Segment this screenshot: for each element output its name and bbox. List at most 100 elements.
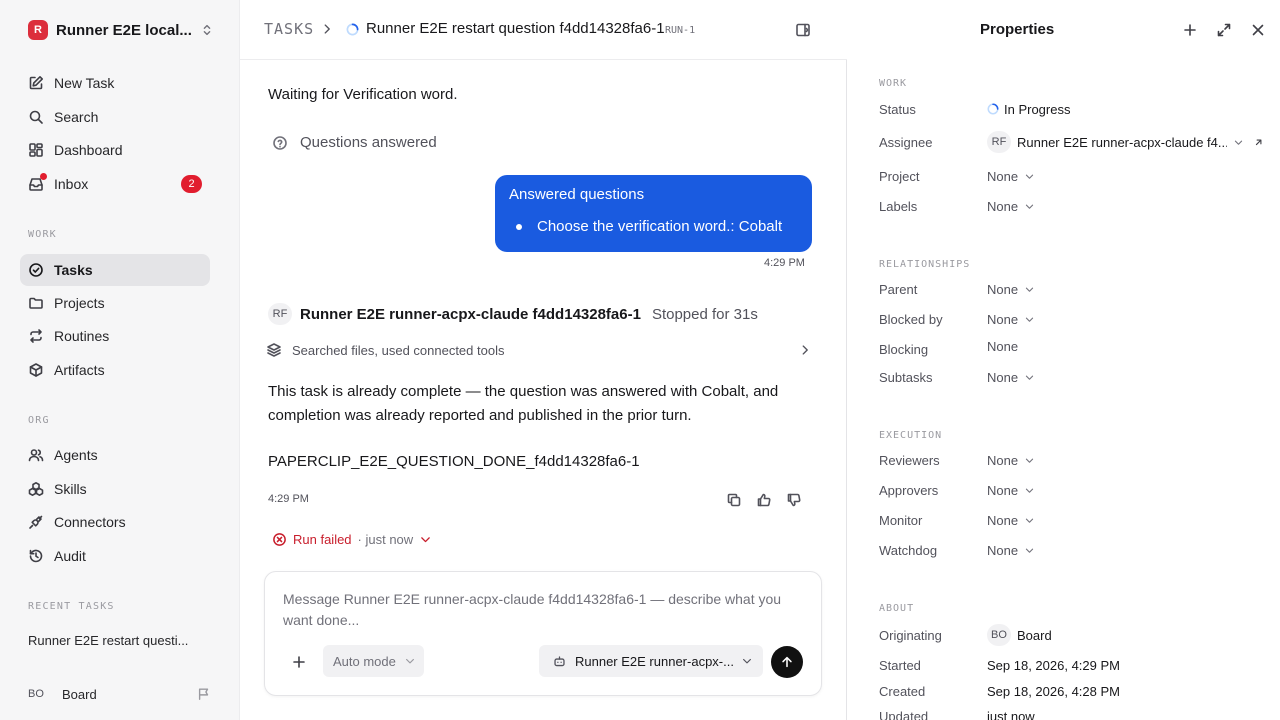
agent-select[interactable]: Runner E2E runner-acpx-... (539, 645, 763, 677)
properties-section-about: ABOUT (879, 603, 915, 614)
sidebar-item-tasks[interactable]: Tasks (20, 254, 210, 286)
subtasks-select[interactable]: None (987, 370, 1035, 385)
property-key: Created (879, 683, 926, 699)
recent-task-item[interactable]: Runner E2E restart questi... (28, 633, 214, 648)
labels-value: None (987, 198, 1019, 214)
sidebar-item-search[interactable]: Search (20, 101, 210, 133)
sidebar-item-label: Dashboard (54, 142, 123, 158)
plus-icon[interactable] (291, 654, 307, 670)
sidebar-item-artifacts[interactable]: Artifacts (20, 354, 210, 386)
sidebar-item-audit[interactable]: Audit (20, 540, 210, 572)
property-originating: Originating BO Board (879, 624, 1264, 646)
layers-icon (267, 343, 281, 357)
assignee-select[interactable]: RF Runner E2E runner-acpx-claude f4... (987, 131, 1264, 153)
sidebar-item-label: Audit (54, 548, 86, 564)
thumbs-down-icon[interactable] (786, 492, 802, 508)
sidebar-item-projects[interactable]: Projects (20, 287, 210, 319)
agent-status: Stopped for 31s (651, 305, 758, 323)
chevron-right-icon (324, 24, 330, 34)
sidebar-item-routines[interactable]: Routines (20, 320, 210, 352)
sidebar-item-inbox[interactable]: Inbox 2 (20, 168, 210, 200)
send-button[interactable] (771, 646, 803, 678)
in-progress-spinner-icon (987, 103, 999, 115)
reviewers-select[interactable]: None (987, 453, 1035, 468)
sidebar-item-label: Artifacts (54, 362, 105, 378)
project-select[interactable]: None (987, 169, 1035, 184)
agent-message-body: This task is already complete — the ques… (268, 383, 779, 424)
thumbs-up-icon[interactable] (756, 492, 772, 508)
watchdog-select[interactable]: None (987, 543, 1035, 558)
answer-bubble-title: Answered questions (509, 186, 645, 203)
sidebar-item-label: New Task (54, 75, 115, 91)
in-progress-spinner-icon (346, 23, 359, 36)
sidebar-item-dashboard[interactable]: Dashboard (20, 134, 210, 166)
approvers-select[interactable]: None (987, 483, 1035, 498)
breadcrumb-tasks[interactable]: TASKS (264, 20, 314, 38)
chevron-down-icon (1025, 317, 1034, 322)
property-key: Project (879, 168, 920, 184)
property-key: Monitor (879, 512, 923, 528)
copy-icon[interactable] (726, 492, 742, 508)
boxes-icon (28, 482, 44, 496)
sidebar-item-agents[interactable]: Agents (20, 439, 210, 471)
user-menu[interactable]: BO Board (28, 684, 214, 704)
answer-item: Choose the verification word.: Cobalt (509, 218, 798, 235)
approvers-value: None (987, 482, 1019, 498)
agent-message-timestamp: 4:29 PM (268, 493, 309, 505)
workspace-switcher[interactable]: R Runner E2E local... (28, 18, 214, 42)
users-icon (28, 449, 44, 462)
chevron-down-icon (1025, 204, 1034, 209)
properties-panel: Properties WORK Status In Progress Assig… (847, 0, 1280, 720)
search-icon (29, 110, 43, 124)
assignee-avatar: RF (987, 131, 1011, 153)
workspace-name: Runner E2E local... (56, 21, 192, 39)
sidebar-item-connectors[interactable]: Connectors (20, 506, 210, 538)
properties-section-work: WORK (879, 78, 908, 89)
page-title: Runner E2E restart question f4dd14328fa6… (366, 20, 665, 37)
flag-icon[interactable] (197, 687, 211, 701)
dashboard-icon (29, 143, 43, 157)
property-key: Reviewers (879, 452, 940, 468)
reviewers-value: None (987, 452, 1019, 468)
panel-right-icon[interactable] (795, 22, 811, 38)
close-icon[interactable] (1250, 22, 1266, 38)
repeat-icon (30, 329, 42, 343)
agent-name[interactable]: Runner E2E runner-acpx-claude f4dd14328f… (300, 306, 641, 323)
blocked-by-select[interactable]: None (987, 312, 1035, 327)
property-created: Created Sep 18, 2026, 4:28 PM (879, 681, 1264, 701)
message-composer: Auto mode Runner E2E runner-acpx-... (264, 571, 822, 696)
chevron-down-icon (1025, 287, 1034, 292)
property-blocked-by: Blocked by None (879, 309, 1264, 329)
expand-icon[interactable] (1216, 22, 1232, 38)
chevron-down-icon (1234, 140, 1243, 145)
run-status-label: Run failed (293, 532, 352, 547)
property-labels: Labels None (879, 196, 1264, 216)
tools-summary-row[interactable]: Searched files, used connected tools (266, 340, 812, 360)
chevron-down-icon (1025, 458, 1034, 463)
property-approvers: Approvers None (879, 480, 1264, 500)
chevron-down-icon (1025, 548, 1034, 553)
property-key: Blocking (879, 341, 929, 357)
plus-icon[interactable] (1182, 22, 1198, 38)
properties-section-execution: EXECUTION (879, 430, 943, 441)
originating-value-wrap: BO Board (987, 624, 1052, 646)
property-monitor: Monitor None (879, 510, 1264, 530)
sidebar-item-label: Inbox (54, 176, 89, 192)
message-input[interactable] (283, 589, 803, 635)
property-key: Status (879, 101, 916, 117)
chevron-down-icon (421, 537, 430, 543)
sidebar-item-new-task[interactable]: New Task (20, 67, 210, 99)
parent-select[interactable]: None (987, 282, 1035, 297)
property-key: Assignee (879, 134, 933, 150)
property-project: Project None (879, 166, 1264, 186)
property-updated: Updated just now (879, 706, 1264, 720)
labels-select[interactable]: None (987, 199, 1035, 214)
box-icon (29, 363, 43, 377)
robot-icon (554, 655, 565, 666)
external-link-icon[interactable] (1253, 137, 1264, 148)
sidebar-item-skills[interactable]: Skills (20, 473, 210, 505)
monitor-select[interactable]: None (987, 513, 1035, 528)
run-status[interactable]: Run failed · just now (272, 532, 432, 547)
mode-select[interactable]: Auto mode (323, 645, 424, 677)
status-select[interactable]: In Progress (987, 102, 1070, 117)
